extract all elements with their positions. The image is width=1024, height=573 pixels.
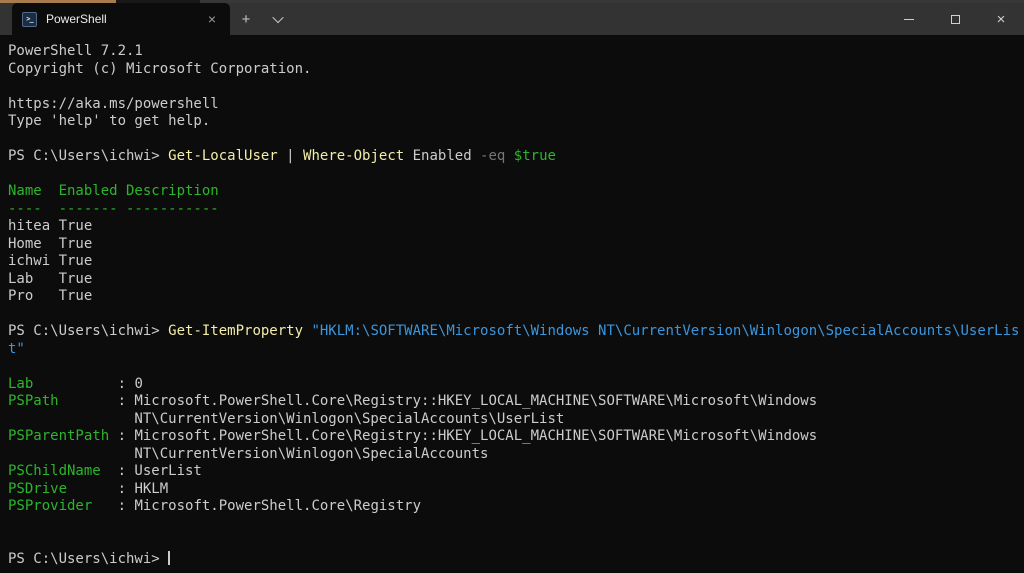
terminal-line: NT\CurrentVersion\Winlogon\SpecialAccoun… [8, 446, 1024, 464]
terminal-line: ichwi True [8, 253, 1024, 271]
terminal-line: PSProvider : Microsoft.PowerShell.Core\R… [8, 498, 1024, 516]
terminal-content[interactable]: PowerShell 7.2.1 Copyright (c) Microsoft … [0, 35, 1024, 573]
titlebar-drag-region[interactable]: >_ PowerShell × + × [0, 3, 1024, 35]
terminal-line: Lab True [8, 271, 1024, 289]
terminal-text: Lab True [8, 271, 92, 287]
terminal-line: PSChildName : UserList [8, 463, 1024, 481]
terminal-line: Type 'help' to get help. [8, 113, 1024, 131]
terminal-text: PSDrive [8, 481, 67, 497]
terminal-text: PS C:\Users\ichwi> [8, 148, 168, 164]
terminal-line: PowerShell 7.2.1 [8, 43, 1024, 61]
terminal-line: Name Enabled Description [8, 183, 1024, 201]
terminal-line: NT\CurrentVersion\Winlogon\SpecialAccoun… [8, 411, 1024, 429]
terminal-text: Lab [8, 376, 33, 392]
terminal-line: Copyright (c) Microsoft Corporation. [8, 61, 1024, 79]
terminal-line: hitea True [8, 218, 1024, 236]
terminal-text: PSParentPath [8, 428, 109, 444]
tab-close-icon[interactable]: × [204, 10, 220, 28]
chevron-down-icon [272, 12, 283, 23]
terminal-line [8, 516, 1024, 534]
terminal-text: Enabled [404, 148, 480, 164]
terminal-line: ---- ------- ----------- [8, 201, 1024, 219]
terminal-line [8, 166, 1024, 184]
terminal-text: "HKLM:\SOFTWARE\Microsoft\Windows NT\Cur… [311, 323, 1019, 339]
terminal-text: https://aka.ms/powershell [8, 96, 219, 112]
terminal-line: Lab : 0 [8, 376, 1024, 394]
terminal-line [8, 78, 1024, 96]
terminal-text: PS C:\Users\ichwi> [8, 323, 168, 339]
terminal-text: Name Enabled Description [8, 183, 219, 199]
terminal-line: Pro True [8, 288, 1024, 306]
terminal-text: : 0 [33, 376, 143, 392]
terminal-text: : Microsoft.PowerShell.Core\Registry::HK… [59, 393, 818, 409]
window-controls: × [886, 3, 1024, 35]
terminal-line: Home True [8, 236, 1024, 254]
terminal-text: : HKLM [67, 481, 168, 497]
powershell-icon: >_ [22, 12, 37, 27]
terminal-line: PS C:\Users\ichwi> Get-LocalUser | Where… [8, 148, 1024, 166]
terminal-text: Where-Object [303, 148, 404, 164]
terminal-text: PSChildName [8, 463, 101, 479]
terminal-text: PSPath [8, 393, 59, 409]
terminal-text: | [278, 148, 303, 164]
terminal-text: : UserList [101, 463, 202, 479]
tab-powershell[interactable]: >_ PowerShell × [12, 3, 230, 35]
terminal-text: : Microsoft.PowerShell.Core\Registry::HK… [109, 428, 817, 444]
terminal-line: https://aka.ms/powershell [8, 96, 1024, 114]
terminal-line: PSPath : Microsoft.PowerShell.Core\Regis… [8, 393, 1024, 411]
terminal-text: PowerShell 7.2.1 [8, 43, 143, 59]
terminal-text: : Microsoft.PowerShell.Core\Registry [92, 498, 421, 514]
tab-title: PowerShell [46, 12, 204, 26]
terminal-line [8, 306, 1024, 324]
terminal-text: Home True [8, 236, 92, 252]
minimize-icon [904, 19, 914, 20]
terminal-line: PSParentPath : Microsoft.PowerShell.Core… [8, 428, 1024, 446]
terminal-line: PS C:\Users\ichwi> [8, 551, 1024, 569]
maximize-icon [951, 15, 960, 24]
terminal-line [8, 131, 1024, 149]
terminal-line: t" [8, 341, 1024, 359]
terminal-text: ---- ------- ----------- [8, 201, 219, 217]
terminal-text [505, 148, 513, 164]
text-cursor [168, 551, 170, 565]
terminal-text: Copyright (c) Microsoft Corporation. [8, 61, 311, 77]
tab-dropdown-button[interactable] [262, 3, 294, 35]
terminal-text: ichwi True [8, 253, 92, 269]
terminal-text: Type 'help' to get help. [8, 113, 210, 129]
maximize-button[interactable] [932, 3, 978, 35]
terminal-text: NT\CurrentVersion\Winlogon\SpecialAccoun… [8, 411, 564, 427]
terminal-text: Get-LocalUser [168, 148, 278, 164]
terminal-text: PSProvider [8, 498, 92, 514]
terminal-text: $true [514, 148, 556, 164]
terminal-text: -eq [480, 148, 505, 164]
close-icon: × [997, 12, 1006, 27]
terminal-text: Get-ItemProperty [168, 323, 303, 339]
terminal-text: PS C:\Users\ichwi> [8, 551, 168, 567]
close-button[interactable]: × [978, 3, 1024, 35]
terminal-text: t" [8, 341, 25, 357]
minimize-button[interactable] [886, 3, 932, 35]
terminal-text: Pro True [8, 288, 92, 304]
terminal-line [8, 358, 1024, 376]
terminal-text: hitea True [8, 218, 92, 234]
terminal-line [8, 533, 1024, 551]
terminal-line: PSDrive : HKLM [8, 481, 1024, 499]
new-tab-button[interactable]: + [230, 3, 262, 35]
terminal-text: NT\CurrentVersion\Winlogon\SpecialAccoun… [8, 446, 488, 462]
terminal-line: PS C:\Users\ichwi> Get-ItemProperty "HKL… [8, 323, 1024, 341]
